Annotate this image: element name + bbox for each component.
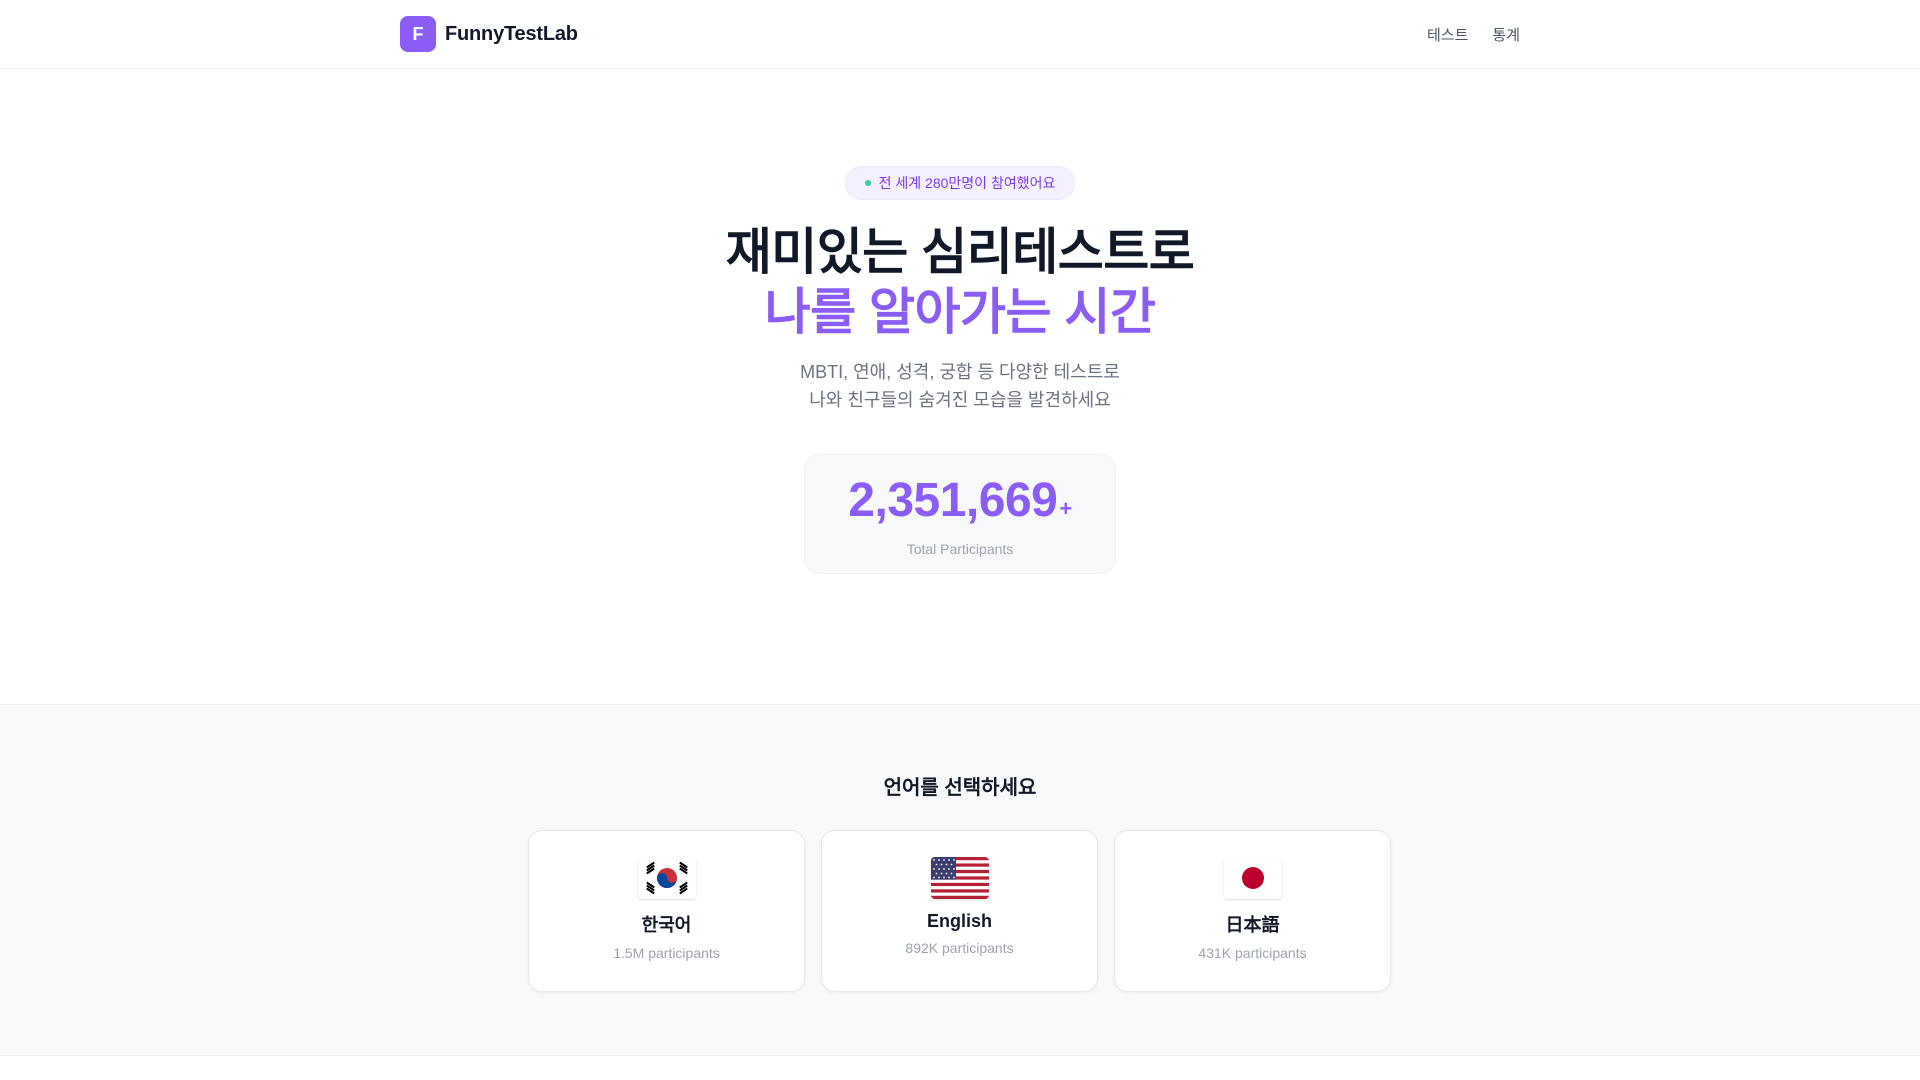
united-states-flag-icon — [930, 857, 989, 899]
hero-section: 전 세계 280만명이 참여했어요 재미있는 심리테스트로 나를 알아가는 시간… — [0, 70, 1920, 704]
language-name: 한국어 — [641, 915, 692, 935]
language-participant-count: 1.5M participants — [613, 945, 720, 961]
japan-flag-icon — [1223, 857, 1282, 899]
hero-title-line-1: 재미있는 심리테스트로 — [725, 224, 1195, 280]
nav-item-stats[interactable]: 통계 — [1492, 24, 1520, 45]
language-participant-count: 431K participants — [1198, 945, 1307, 961]
site-header: F FunnyTestLab 테스트 통계 — [0, 0, 1920, 69]
japan-flag-graphic — [1223, 857, 1282, 899]
south-korea-flag-graphic — [637, 857, 696, 899]
total-participants-value: 2,351,669 — [848, 474, 1058, 527]
language-card-japanese[interactable]: 日本語 431K participants — [1114, 830, 1391, 992]
participants-badge-text: 전 세계 280만명이 참여했어요 — [878, 175, 1056, 191]
language-grid: 한국어 1.5M participants English 892K parti… — [528, 830, 1392, 992]
south-korea-flag-icon — [637, 857, 696, 899]
language-card-english[interactable]: English 892K participants — [821, 830, 1098, 992]
brand-name: FunnyTestLab — [445, 22, 578, 45]
language-section-title: 언어를 선택하세요 — [883, 777, 1037, 799]
hero-subtitle: MBTI, 연애, 성격, 궁합 등 다양한 테스트로 나와 친구들의 숨겨진 … — [0, 358, 1920, 414]
language-card-korean[interactable]: 한국어 1.5M participants — [528, 830, 805, 992]
total-participants-value-row: 2,351,669+ — [805, 475, 1115, 535]
total-participants-label: Total Participants — [906, 541, 1014, 557]
language-name: 日本語 — [1225, 915, 1280, 935]
hero-subtitle-line-1: MBTI, 연애, 성격, 궁합 등 다양한 테스트로 — [800, 362, 1120, 382]
language-participant-count: 892K participants — [905, 940, 1014, 956]
total-participants-suffix: + — [1059, 496, 1072, 521]
brand-logo-icon: F — [400, 16, 436, 52]
main-nav: 테스트 통계 — [1427, 22, 1520, 46]
language-name: English — [926, 911, 992, 931]
nav-item-tests[interactable]: 테스트 — [1427, 24, 1468, 45]
participants-badge: 전 세계 280만명이 참여했어요 — [845, 166, 1075, 200]
united-states-flag-graphic — [930, 857, 989, 899]
hero-subtitle-line-2: 나와 친구들의 숨겨진 모습을 발견하세요 — [809, 390, 1111, 410]
total-participants-card: 2,351,669+ Total Participants — [804, 454, 1116, 574]
hero-title-line-2: 나를 알아가는 시간 — [764, 284, 1156, 340]
hero-title: 재미있는 심리테스트로 나를 알아가는 시간 — [0, 222, 1920, 342]
language-section: 언어를 선택하세요 한국어 1.5M participants English … — [0, 704, 1920, 1056]
brand-logo-link[interactable]: F FunnyTestLab — [400, 16, 578, 52]
live-dot-icon — [864, 180, 871, 186]
